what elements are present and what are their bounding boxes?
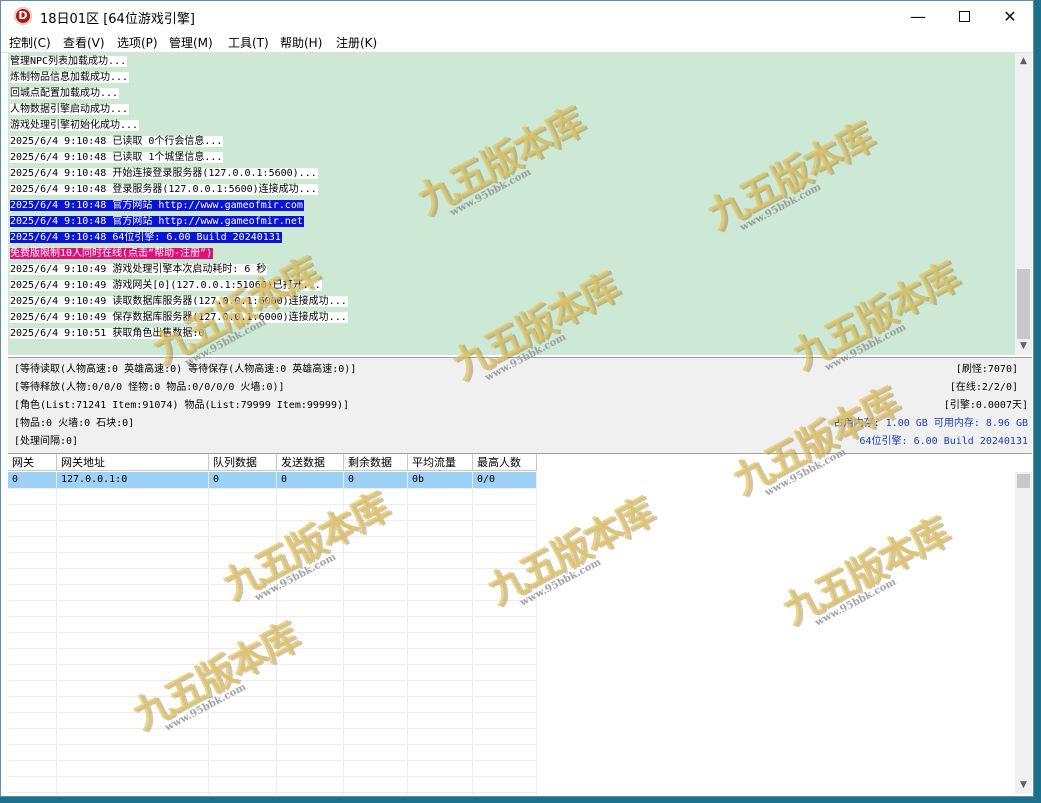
grid-line xyxy=(8,760,537,761)
menu-register[interactable]: 注册(K) xyxy=(336,34,377,51)
cell-queue: 0 xyxy=(209,472,277,488)
log-line-text: 免费版限制10人同时在线(点击“帮助-注册”) xyxy=(10,248,214,259)
log-line: 免费版限制10人同时在线(点击“帮助-注册”) xyxy=(10,246,214,261)
log-line: 管理NPC列表加载成功... xyxy=(10,54,128,69)
scroll-up-icon[interactable]: ▲ xyxy=(1015,53,1032,70)
log-line-text: 2025/6/4 9:10:48 开始连接登录服务器(127.0.0.1:560… xyxy=(10,168,318,179)
status-online: [在线:2/2/0] xyxy=(949,382,1018,393)
scroll-down-icon[interactable]: ▼ xyxy=(1015,338,1032,355)
log-line-text: 2025/6/4 9:10:48 64位引擎: 6.00 Build 20240… xyxy=(10,232,282,243)
app-icon: D xyxy=(14,7,32,25)
log-line: 回城点配置加载成功... xyxy=(10,86,120,101)
log-line-text: 2025/6/4 9:10:48 官方网站 http://www.gameofm… xyxy=(10,216,304,227)
col-avg-traffic[interactable]: 平均流量 xyxy=(408,454,473,471)
log-line: 炼制物品信息加载成功... xyxy=(10,70,130,85)
close-button[interactable]: ✕ xyxy=(987,1,1033,32)
window-title: 18日01区 [64位游戏引擎] xyxy=(40,12,195,27)
grid-line xyxy=(8,744,537,745)
log-line: 人物数据引擎启动成功... xyxy=(10,102,130,117)
status-role-items: [角色(List:71241 Item:91074) 物品(List:79999… xyxy=(14,400,350,411)
log-line-text: 2025/6/4 9:10:48 官方网站 http://www.gameofm… xyxy=(10,200,304,211)
log-scroll-thumb[interactable] xyxy=(1017,269,1030,339)
grid-line xyxy=(8,712,537,713)
grid-line xyxy=(8,504,537,505)
log-line: 游戏处理引擎初始化成功... xyxy=(10,118,140,133)
status-items-firewall: [物品:0 火墙:0 石块:0] xyxy=(14,418,135,429)
menu-view[interactable]: 查看(V) xyxy=(63,34,105,51)
log-line: 2025/6/4 9:10:48 已读取 0个行会信息... xyxy=(10,134,224,149)
gateway-table[interactable]: 网关 网关地址 队列数据 发送数据 剩余数据 平均流量 最高人数 0 127.0… xyxy=(8,454,1032,794)
table-scrollbar[interactable]: ▼ xyxy=(1015,472,1032,794)
grid-line xyxy=(8,696,537,697)
cell-gateway: 0 xyxy=(8,472,57,488)
log-line: 2025/6/4 9:10:48 64位引擎: 6.00 Build 20240… xyxy=(10,230,282,245)
table-scroll-thumb[interactable] xyxy=(1017,474,1030,488)
col-remaining[interactable]: 剩余数据 xyxy=(344,454,408,471)
menu-manage[interactable]: 管理(M) xyxy=(169,34,213,51)
log-line: 2025/6/4 9:10:48 已读取 1个城堡信息... xyxy=(10,150,224,165)
grid-line xyxy=(8,520,537,521)
status-engine-time: [引擎:0.0007天] xyxy=(943,400,1028,411)
log-line-text: 2025/6/4 9:10:48 登录服务器(127.0.0.1:5600)连接… xyxy=(10,184,318,195)
menu-help[interactable]: 帮助(H) xyxy=(280,34,322,51)
status-build: 64位引擎: 6.00 Build 20240131 xyxy=(859,436,1028,447)
status-refresh: [刷怪:7070] xyxy=(955,364,1018,375)
log-line-text: 2025/6/4 9:10:48 已读取 0个行会信息... xyxy=(10,136,224,147)
grid-line xyxy=(8,680,537,681)
cell-avg-traffic: 0b xyxy=(408,472,473,488)
grid-line xyxy=(8,776,537,777)
status-interval: [处理间隔:0] xyxy=(14,436,79,447)
grid-line xyxy=(8,792,537,793)
log-scrollbar[interactable]: ▲ ▼ xyxy=(1015,53,1032,355)
grid-line xyxy=(8,488,537,489)
scroll-down-icon[interactable]: ▼ xyxy=(1015,777,1032,794)
col-gateway[interactable]: 网关 xyxy=(8,454,57,471)
log-line-text: 2025/6/4 9:10:48 已读取 1个城堡信息... xyxy=(10,152,224,163)
log-line-text: 游戏处理引擎初始化成功... xyxy=(10,120,140,131)
log-line: 2025/6/4 9:10:48 官方网站 http://www.gameofm… xyxy=(10,198,304,213)
grid-line xyxy=(8,728,537,729)
maximize-icon xyxy=(958,11,970,22)
minimize-button[interactable]: — xyxy=(895,1,941,32)
log-line-text: 管理NPC列表加载成功... xyxy=(10,56,128,67)
server-window: D 18日01区 [64位游戏引擎] — ✕ 控制(C) 查看(V) 选项(P)… xyxy=(0,0,1034,797)
status-wait-release: [等待释放(人物:0/0/0 怪物:0 物品:0/0/0/0 火墙:0)] xyxy=(14,382,285,393)
log-line-text: 人物数据引擎启动成功... xyxy=(10,104,130,115)
menu-tools[interactable]: 工具(T) xyxy=(228,34,269,51)
cell-sent: 0 xyxy=(277,472,344,488)
menu-options[interactable]: 选项(P) xyxy=(117,34,158,51)
log-line: 2025/6/4 9:10:48 登录服务器(127.0.0.1:5600)连接… xyxy=(10,182,318,197)
log-line: 2025/6/4 9:10:48 开始连接登录服务器(127.0.0.1:560… xyxy=(10,166,318,181)
col-address[interactable]: 网关地址 xyxy=(57,454,209,471)
menu-control[interactable]: 控制(C) xyxy=(9,34,51,51)
col-sent[interactable]: 发送数据 xyxy=(277,454,344,471)
menu-bar: 控制(C) 查看(V) 选项(P) 管理(M) 工具(T) 帮助(H) 注册(K… xyxy=(1,32,1033,53)
grid-line xyxy=(8,600,537,601)
log-line-text: 炼制物品信息加载成功... xyxy=(10,72,130,83)
cell-address: 127.0.0.1:0 xyxy=(57,472,209,488)
col-max-users[interactable]: 最高人数 xyxy=(473,454,537,471)
title-bar[interactable]: D 18日01区 [64位游戏引擎] — ✕ xyxy=(1,1,1033,32)
log-line-text: 回城点配置加载成功... xyxy=(10,88,120,99)
col-queue[interactable]: 队列数据 xyxy=(209,454,277,471)
maximize-button[interactable] xyxy=(941,1,987,32)
log-line: 2025/6/4 9:10:48 官方网站 http://www.gameofm… xyxy=(10,214,304,229)
log-line: 2025/6/4 9:10:49 游戏处理引擎本次启动耗时: 6 秒 xyxy=(10,262,268,277)
cell-max-users: 0/0 xyxy=(473,472,537,488)
log-line-text: 2025/6/4 9:10:49 游戏处理引擎本次启动耗时: 6 秒 xyxy=(10,264,268,275)
